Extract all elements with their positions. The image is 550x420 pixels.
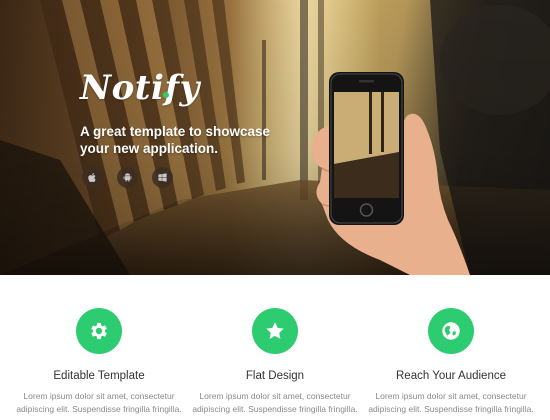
feature-flat-design: Flat Design Lorem ipsum dolor sit amet, …: [185, 308, 365, 416]
android-store-button[interactable]: [117, 167, 138, 188]
features-section: Editable Template Lorem ipsum dolor sit …: [0, 275, 550, 420]
logo[interactable]: Notify: [80, 68, 200, 108]
feature-description: Lorem ipsum dolor sit amet, consectetur …: [185, 390, 365, 416]
gear-icon: [91, 322, 107, 340]
tagline-line-2: your new application.: [80, 141, 219, 156]
feature-icon-circle: [76, 308, 122, 354]
tagline-line-1: A great template to showcase: [80, 124, 271, 139]
apple-icon: [88, 173, 96, 183]
feature-description-line-1: Lorem ipsum dolor sit amet, consectetur: [375, 391, 527, 401]
feature-description: Lorem ipsum dolor sit amet, consectetur …: [361, 390, 541, 416]
phone-image: [329, 72, 404, 225]
feature-description-line-2: adipiscing elit. Suspendisse fringilla f…: [16, 404, 182, 414]
platform-buttons: [82, 167, 173, 188]
globe-icon: [442, 322, 460, 340]
feature-icon-circle: [252, 308, 298, 354]
windows-store-button[interactable]: [152, 167, 173, 188]
logo-dot: [163, 92, 169, 98]
feature-reach-your-audience: Reach Your Audience Lorem ipsum dolor si…: [361, 308, 541, 416]
feature-icon-circle: [428, 308, 474, 354]
feature-description-line-2: adipiscing elit. Suspendisse fringilla f…: [192, 404, 358, 414]
hero-tagline: A great template to showcase your new ap…: [80, 123, 320, 157]
windows-icon: [158, 173, 167, 182]
android-icon: [123, 173, 132, 182]
feature-description-line-1: Lorem ipsum dolor sit amet, consectetur: [23, 391, 175, 401]
feature-title: Editable Template: [53, 370, 145, 382]
feature-description-line-1: Lorem ipsum dolor sit amet, consectetur: [199, 391, 351, 401]
feature-description-line-2: adipiscing elit. Suspendisse fringilla f…: [368, 404, 534, 414]
apple-store-button[interactable]: [82, 167, 103, 188]
hero-section: Notify A great template to showcase your…: [0, 0, 550, 275]
feature-title: Flat Design: [245, 370, 305, 382]
feature-title: Reach Your Audience: [396, 370, 506, 382]
star-icon: [266, 322, 284, 339]
feature-editable-template: Editable Template Lorem ipsum dolor sit …: [9, 308, 189, 416]
feature-description: Lorem ipsum dolor sit amet, consectetur …: [9, 390, 189, 416]
